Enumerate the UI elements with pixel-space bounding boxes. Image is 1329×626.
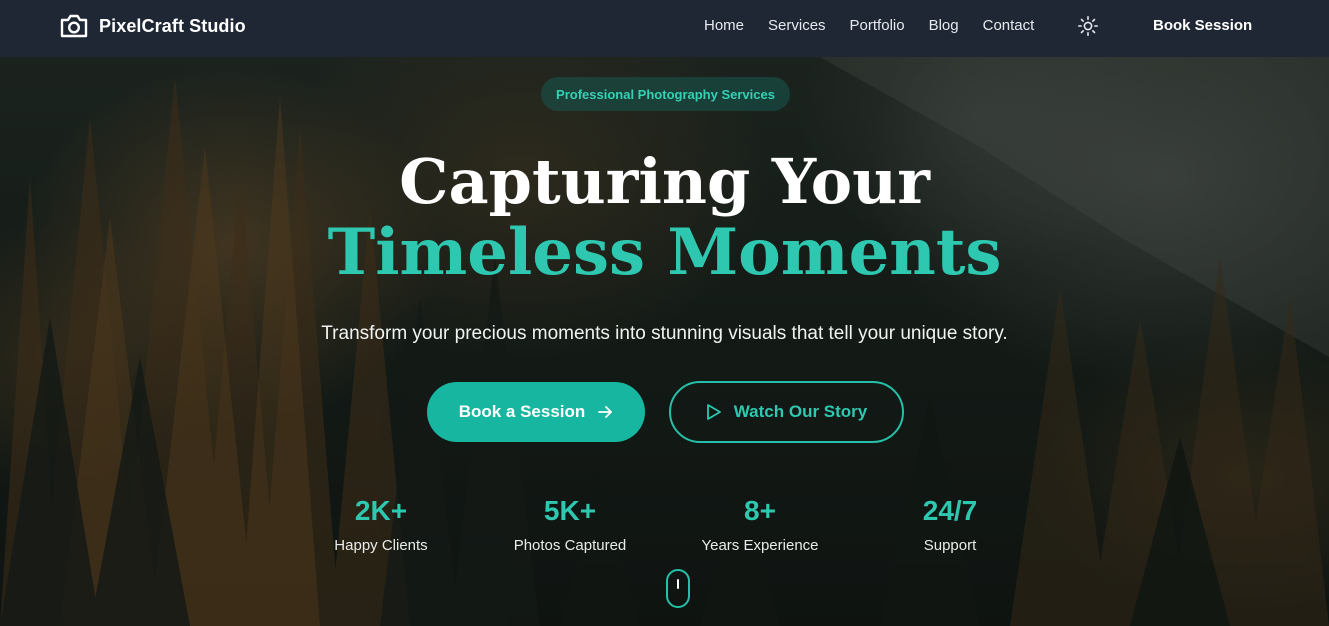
services-badge: Professional Photography Services xyxy=(541,77,790,111)
stat-label: Happy Clients xyxy=(334,537,428,554)
nav-link-portfolio[interactable]: Portfolio xyxy=(850,17,905,34)
stat-value: 8+ xyxy=(744,495,776,526)
navbar: PixelCraft Studio Home Services Portfoli… xyxy=(0,0,1329,57)
sun-icon xyxy=(1077,15,1099,37)
camera-icon xyxy=(59,13,89,39)
mouse-scroll-icon[interactable] xyxy=(666,569,690,608)
hero-subtitle: Transform your precious moments into stu… xyxy=(321,323,1008,344)
arrow-right-icon xyxy=(597,404,613,420)
headline-line-2: Timeless Moments xyxy=(327,215,1002,290)
book-a-session-label: Book a Session xyxy=(458,402,586,421)
scroll-wheel-dot xyxy=(677,579,679,589)
stat-happy-clients: 2K+ Happy Clients xyxy=(286,493,476,554)
stat-years-experience: 8+ Years Experience xyxy=(665,493,855,554)
nav-link-contact[interactable]: Contact xyxy=(983,17,1035,34)
stat-value: 24/7 xyxy=(922,495,978,526)
watch-our-story-button[interactable]: Watch Our Story xyxy=(669,381,904,443)
stat-value: 2K+ xyxy=(354,495,408,526)
nav-links: Home Services Portfolio Blog Contact xyxy=(704,17,1034,34)
theme-toggle-button[interactable] xyxy=(1077,15,1099,37)
nav-link-services[interactable]: Services xyxy=(768,17,826,34)
brand-logo[interactable]: PixelCraft Studio xyxy=(59,12,246,40)
book-a-session-button[interactable]: Book a Session xyxy=(427,382,645,442)
stat-value: 5K+ xyxy=(543,495,597,526)
play-icon xyxy=(706,403,722,421)
stat-label: Years Experience xyxy=(701,537,819,554)
nav-link-home[interactable]: Home xyxy=(704,17,744,34)
nav-link-blog[interactable]: Blog xyxy=(929,17,959,34)
watch-our-story-label: Watch Our Story xyxy=(733,402,868,421)
book-session-nav-button[interactable]: Book Session xyxy=(1153,17,1252,34)
stat-label: Photos Captured xyxy=(513,537,627,554)
stat-photos-captured: 5K+ Photos Captured xyxy=(475,493,665,554)
headline-line-1: Capturing Your xyxy=(399,145,930,218)
brand-name: PixelCraft Studio xyxy=(99,15,246,36)
stat-support: 24/7 Support xyxy=(855,493,1045,554)
stat-label: Support xyxy=(923,537,977,554)
